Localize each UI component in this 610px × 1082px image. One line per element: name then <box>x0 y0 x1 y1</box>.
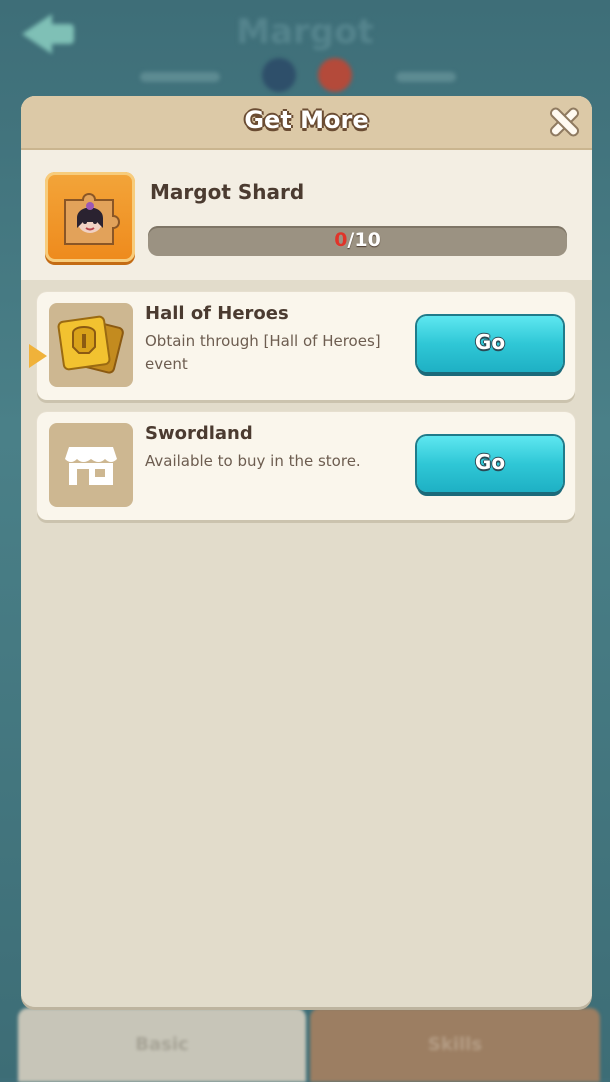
source-title: Swordland <box>145 423 253 444</box>
class-icon <box>318 58 352 92</box>
source-card-hall-of-heroes: Hall of Heroes Obtain through [Hall of H… <box>29 292 575 400</box>
progress-total: /10 <box>347 229 381 251</box>
faction-icon <box>262 58 296 92</box>
pointer-arrow-icon <box>29 344 47 368</box>
hero-shard-icon <box>45 172 135 262</box>
go-button-swordland[interactable]: Go <box>417 436 563 492</box>
progress-text: 0/10 <box>148 229 567 251</box>
source-list: Hall of Heroes Obtain through [Hall of H… <box>21 280 592 1007</box>
background-header: Margot <box>0 0 610 100</box>
get-more-modal: Get More Margot Shard 0/10 Hall of Heroe… <box>21 96 592 1007</box>
item-summary: Margot Shard 0/10 <box>21 150 592 280</box>
source-card-swordland: Swordland Available to buy in the store.… <box>37 412 575 520</box>
close-icon[interactable] <box>550 108 578 136</box>
helmet-tickets-icon <box>49 303 133 387</box>
store-icon <box>49 423 133 507</box>
go-button-hall-of-heroes[interactable]: Go <box>417 316 563 372</box>
modal-title: Get More <box>244 106 369 134</box>
background-title: Margot <box>236 12 374 52</box>
source-description: Obtain through [Hall of Heroes] event <box>145 332 381 373</box>
item-name: Margot Shard <box>150 180 305 204</box>
modal-header: Get More <box>21 96 592 150</box>
puzzle-piece-icon <box>64 193 120 245</box>
background-stat <box>396 72 456 82</box>
source-description: Available to buy in the store. <box>145 452 361 470</box>
tab-basic: Basic <box>18 1008 306 1082</box>
background-stat <box>140 72 220 82</box>
progress-current: 0 <box>334 229 348 251</box>
bottom-tab-bar: Basic Skills <box>0 1006 610 1082</box>
source-title: Hall of Heroes <box>145 303 289 324</box>
shard-progress-bar: 0/10 <box>148 226 567 256</box>
tab-skills: Skills <box>310 1008 600 1082</box>
